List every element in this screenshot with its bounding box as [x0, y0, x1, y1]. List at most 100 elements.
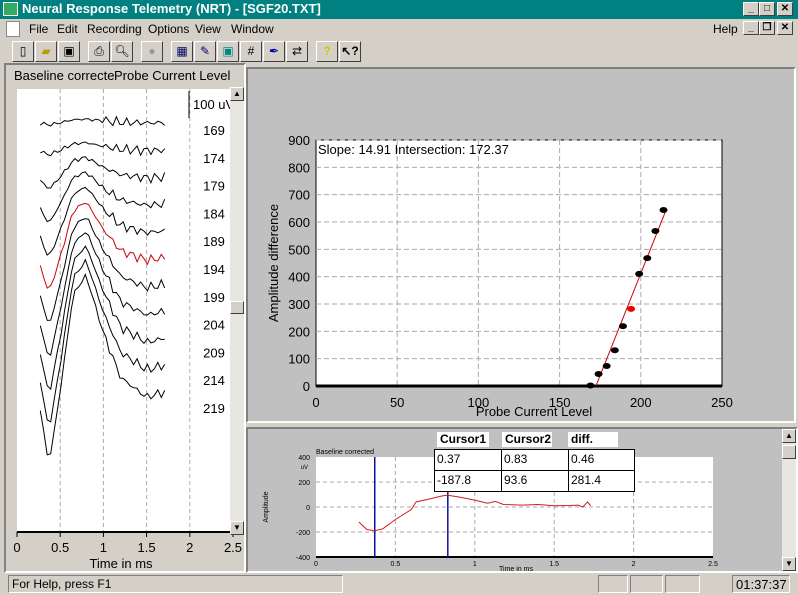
cursor2-time: 0.83 [501, 449, 569, 471]
waveform-panel: Baseline corrected Probe Current Level 0… [4, 63, 246, 573]
cursor2-amplitude: 93.6 [501, 470, 569, 492]
detail-scroll-down-button[interactable]: ▼ [782, 557, 796, 571]
amplitude-growth-chart: 01002003004005006007008009000 50 100 150 200… [266, 133, 733, 419]
pen-button[interactable]: ✒ [263, 41, 285, 62]
edit-button[interactable]: ✎ [194, 41, 216, 62]
detail-scroll-up-button[interactable]: ▲ [782, 429, 796, 443]
y-tick-label: 800 [288, 160, 310, 175]
open-button[interactable]: ▰ [35, 41, 57, 62]
data-point [651, 228, 660, 235]
data-point [627, 305, 636, 312]
save-icon: ▣ [63, 44, 75, 58]
data-point [594, 370, 603, 377]
y-tick-label: 700 [288, 188, 310, 203]
level-label-214: 214 [203, 373, 225, 388]
status-pane-1 [598, 575, 628, 593]
x-tick-label: 1 [100, 540, 107, 555]
y-tick-label: -200 [296, 530, 310, 537]
diff-time: 0.46 [568, 449, 635, 471]
menu-recording[interactable]: Recording [87, 22, 142, 36]
x-tick-label: 0.5 [391, 561, 401, 568]
menu-edit[interactable]: Edit [57, 22, 78, 36]
data-point [635, 270, 644, 277]
print-preview-icon: 🔍︎ [114, 44, 130, 58]
y-tick-label: -400 [296, 555, 310, 562]
level-label-194: 194 [203, 262, 225, 277]
child-close-button[interactable]: ✕ [777, 21, 793, 35]
level-label-184: 184 [203, 206, 225, 221]
level-label-189: 189 [203, 234, 225, 249]
help-button[interactable]: ? [316, 41, 338, 62]
x-tick-label: 2 [186, 540, 193, 555]
x-tick-label: 2 [632, 561, 636, 568]
y-tick-label: 900 [288, 133, 310, 148]
menu-window[interactable]: Window [231, 22, 274, 36]
x-tick-label: 0.5 [51, 540, 69, 555]
x-tick-label: 2.5 [708, 561, 718, 568]
print-preview-button[interactable]: 🔍︎ [111, 41, 133, 62]
y-tick-label: 400 [288, 270, 310, 285]
child-restore-button[interactable]: ❐ [759, 21, 775, 35]
y-tick-label: 600 [288, 215, 310, 230]
level-label-169: 169 [203, 123, 225, 138]
window-title: Neural Response Telemetry (NRT) - [SGF20… [22, 1, 321, 16]
print-button[interactable]: ⎙ [88, 41, 110, 62]
patient-button[interactable]: ▦ [171, 41, 193, 62]
x-tick-label: 2.5 [224, 540, 242, 555]
child-minimize-button[interactable]: _ [743, 21, 759, 35]
cursor1-time: 0.37 [434, 449, 502, 471]
level-label-199: 199 [203, 290, 225, 305]
waveform-stack-plot: 0 0.5 1 1.5 2 2.5 Time in ms 100 uV 169 174 179 184… [13, 89, 242, 571]
x-tick-label: 1 [473, 561, 477, 568]
close-button[interactable]: ✕ [777, 2, 793, 16]
data-point [602, 363, 611, 370]
save-button[interactable]: ▣ [58, 41, 80, 62]
minimize-button[interactable]: _ [743, 2, 759, 16]
level-label-219: 219 [203, 401, 225, 416]
maximize-button[interactable]: □ [759, 2, 775, 16]
x-axis-label: Time in ms [89, 556, 153, 571]
menu-options[interactable]: Options [148, 22, 189, 36]
compare-button[interactable]: ⇄ [286, 41, 308, 62]
x-tick-label: 250 [711, 395, 733, 410]
screen-button[interactable]: ▣ [217, 41, 239, 62]
new-icon: ▯ [19, 44, 27, 58]
record-button[interactable]: ● [141, 41, 163, 62]
pen-icon: ✒ [268, 44, 280, 58]
document-icon [6, 21, 20, 37]
fit-annotation: Slope: 14.91 Intersection: 172.37 [318, 142, 509, 157]
menu-view[interactable]: View [195, 22, 221, 36]
app-icon [3, 2, 18, 16]
toolbar: ▯ ▰ ▣ ⎙ 🔍︎ ● ▦ ✎ ▣ # ✒ ⇄ ? ↖? [0, 39, 798, 63]
y-axis-label: Amplitude difference [266, 204, 281, 322]
cursor1-amplitude: -187.8 [434, 470, 502, 492]
scale-bar-label: 100 uV [193, 97, 235, 112]
waveform-scrollbar[interactable]: ▲ ▼ [230, 87, 244, 535]
scroll-down-button[interactable]: ▼ [230, 521, 244, 535]
y-tick-label: 400 [298, 455, 310, 462]
level-label-209: 209 [203, 345, 225, 360]
diff-header: diff. [568, 432, 618, 447]
scroll-thumb[interactable] [230, 301, 244, 314]
menu-bar: File Edit Recording Options View Window … [0, 19, 798, 39]
x-tick-label: 50 [390, 395, 404, 410]
x-tick-label: 1.5 [138, 540, 156, 555]
menu-file[interactable]: File [29, 22, 48, 36]
detail-scroll-thumb[interactable] [782, 445, 796, 459]
x-tick-label: 1.5 [549, 561, 559, 568]
data-point [618, 323, 627, 330]
x-axis-label: Time in ms [499, 566, 533, 571]
y-tick-label: 100 [288, 352, 310, 367]
status-clock: 01:37:37 [732, 575, 790, 593]
title-bar: Neural Response Telemetry (NRT) - [SGF20… [0, 0, 798, 19]
screen-icon: ▣ [222, 44, 234, 58]
cursor2-header: Cursor2 [502, 432, 552, 447]
scroll-up-button[interactable]: ▲ [230, 87, 244, 101]
context-help-button[interactable]: ↖? [339, 41, 361, 62]
y-tick-label: 0 [303, 379, 310, 394]
detail-scrollbar[interactable]: ▲ ▼ [782, 429, 796, 571]
menu-help[interactable]: Help [713, 22, 738, 36]
new-button[interactable]: ▯ [12, 41, 34, 62]
status-pane-3 [665, 575, 700, 593]
grid-button[interactable]: # [240, 41, 262, 62]
